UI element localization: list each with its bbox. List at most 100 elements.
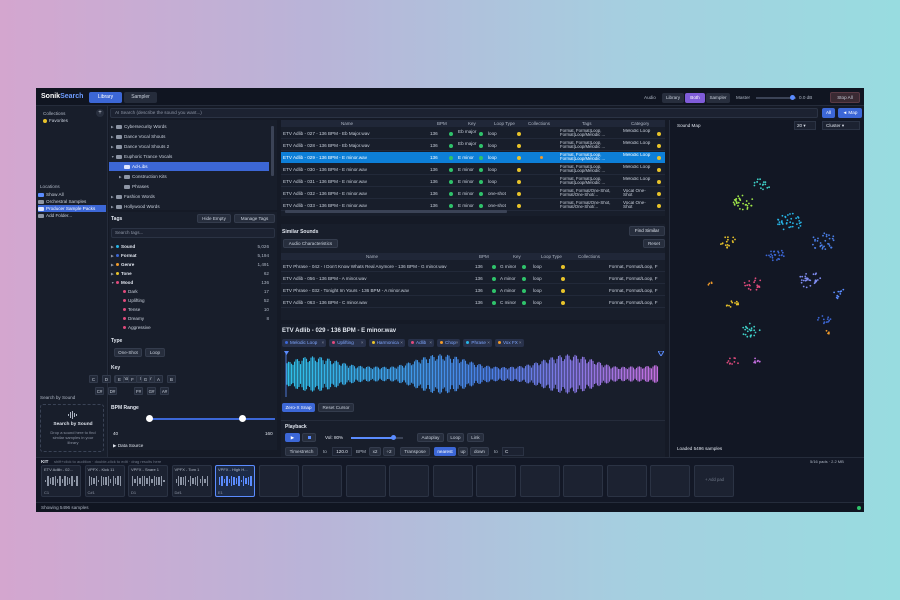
map-point[interactable] [805, 286, 808, 289]
map-point[interactable] [753, 184, 756, 187]
table-row[interactable]: ETV Adlib - 029 - 136 BPM - E minor.wav 1… [281, 152, 665, 163]
map-point[interactable] [725, 304, 728, 307]
detail-tag-chip[interactable]: Melodic Loop × [282, 339, 327, 347]
map-point[interactable] [764, 181, 767, 183]
map-toggle-button[interactable]: ◄ Map [838, 108, 862, 118]
sampler-pad[interactable] [650, 465, 690, 497]
map-point[interactable] [828, 319, 831, 322]
map-point[interactable] [832, 235, 835, 238]
map-point[interactable] [842, 288, 845, 291]
key-button[interactable]: F# [134, 387, 143, 395]
map-point[interactable] [727, 238, 729, 241]
map-point[interactable] [839, 290, 842, 293]
map-point[interactable] [748, 202, 750, 205]
map-point[interactable] [823, 321, 826, 323]
map-point[interactable] [708, 282, 711, 285]
map-point[interactable] [801, 275, 804, 278]
tab-sampler[interactable]: Sampler [124, 92, 157, 103]
map-point[interactable] [821, 247, 824, 250]
map-point[interactable] [753, 329, 756, 332]
map-point[interactable] [813, 282, 816, 285]
map-point[interactable] [770, 253, 772, 256]
find-similar-button[interactable]: Find Similar [629, 226, 665, 236]
sampler-pad[interactable]: VPFX - Kick 11 C#1 [84, 465, 125, 497]
map-point[interactable] [773, 253, 776, 256]
col-loop-type[interactable]: Loop Type [494, 120, 515, 127]
map-point[interactable] [778, 223, 781, 226]
tab-library[interactable]: Library [89, 92, 122, 103]
key-button[interactable]: D# [108, 387, 117, 395]
similar-col-loop-type[interactable]: Loop Type [541, 253, 562, 260]
map-point[interactable] [782, 228, 785, 231]
transpose-nearest-button[interactable]: nearest [434, 447, 456, 456]
map-point[interactable] [773, 250, 776, 253]
map-point[interactable] [732, 236, 735, 239]
similar-col-collections[interactable]: Collections [578, 253, 600, 260]
map-point[interactable] [825, 233, 828, 236]
map-point[interactable] [802, 285, 805, 288]
map-point[interactable] [756, 181, 758, 183]
map-point[interactable] [782, 255, 785, 258]
key-button[interactable]: C# [95, 387, 104, 395]
map-point[interactable] [770, 250, 772, 253]
map-point[interactable] [749, 284, 751, 287]
detail-tag-chip[interactable]: Phrase × [463, 339, 492, 347]
map-point[interactable] [744, 328, 747, 331]
map-point[interactable] [768, 254, 770, 257]
map-point[interactable] [757, 359, 759, 362]
volume-slider[interactable] [351, 435, 403, 440]
waveform-display[interactable] [282, 350, 665, 397]
sampler-pad[interactable] [389, 465, 429, 497]
map-point[interactable] [791, 212, 794, 215]
map-point[interactable] [728, 244, 730, 247]
map-point[interactable] [758, 360, 761, 363]
map-point[interactable] [812, 243, 814, 246]
map-point[interactable] [744, 204, 747, 206]
map-point[interactable] [724, 244, 727, 247]
map-point[interactable] [737, 302, 739, 304]
map-point[interactable] [721, 242, 724, 245]
sampler-pad[interactable] [258, 465, 299, 497]
map-point[interactable] [742, 202, 744, 205]
map-point[interactable] [786, 219, 789, 221]
sampler-pad[interactable]: VPFX - Tom 1 D#1 [171, 465, 212, 497]
map-point[interactable] [726, 246, 728, 249]
map-point[interactable] [839, 293, 842, 295]
similar-col-name[interactable]: Name [366, 253, 378, 260]
map-point[interactable] [733, 204, 736, 206]
col-bpm[interactable]: BPM [437, 120, 447, 127]
start-marker-icon[interactable] [284, 351, 289, 356]
map-point[interactable] [785, 222, 788, 224]
map-point[interactable] [805, 279, 808, 281]
tag-search-input[interactable]: Search tags... [111, 228, 275, 238]
map-point[interactable] [735, 300, 738, 303]
hide-empty-button[interactable]: Hide Empty [197, 214, 231, 223]
map-point[interactable] [805, 277, 808, 280]
map-point[interactable] [814, 273, 817, 276]
map-point[interactable] [753, 334, 756, 337]
map-point[interactable] [828, 237, 831, 240]
map-point[interactable] [762, 183, 764, 186]
map-point[interactable] [745, 200, 748, 202]
col-collections[interactable]: Collections [528, 120, 550, 127]
sampler-pad[interactable]: VPFX - Snare 1 D1 [128, 465, 168, 497]
master-slider[interactable] [756, 95, 796, 100]
folder-item[interactable]: ▶ Construction Kits [109, 172, 269, 181]
map-point[interactable] [764, 183, 767, 186]
table-row[interactable]: ETV Adlib - 031 - 136 BPM - E minor.wav 1… [281, 176, 665, 187]
map-point[interactable] [765, 254, 768, 257]
map-point[interactable] [754, 357, 756, 360]
map-point[interactable] [797, 216, 799, 218]
link-button[interactable]: Link [467, 433, 484, 442]
map-point[interactable] [753, 325, 756, 328]
sampler-pad[interactable] [476, 465, 516, 497]
map-point[interactable] [728, 304, 730, 307]
similar-col-key[interactable]: Key [513, 253, 521, 260]
key-button[interactable]: B [167, 375, 176, 383]
map-point[interactable] [750, 329, 753, 331]
map-point[interactable] [746, 206, 749, 209]
remove-tag-icon[interactable]: × [322, 339, 325, 347]
type-loop-button[interactable]: Loop [145, 348, 165, 357]
sound-map-canvas[interactable] [670, 134, 864, 434]
map-point[interactable] [729, 306, 732, 308]
